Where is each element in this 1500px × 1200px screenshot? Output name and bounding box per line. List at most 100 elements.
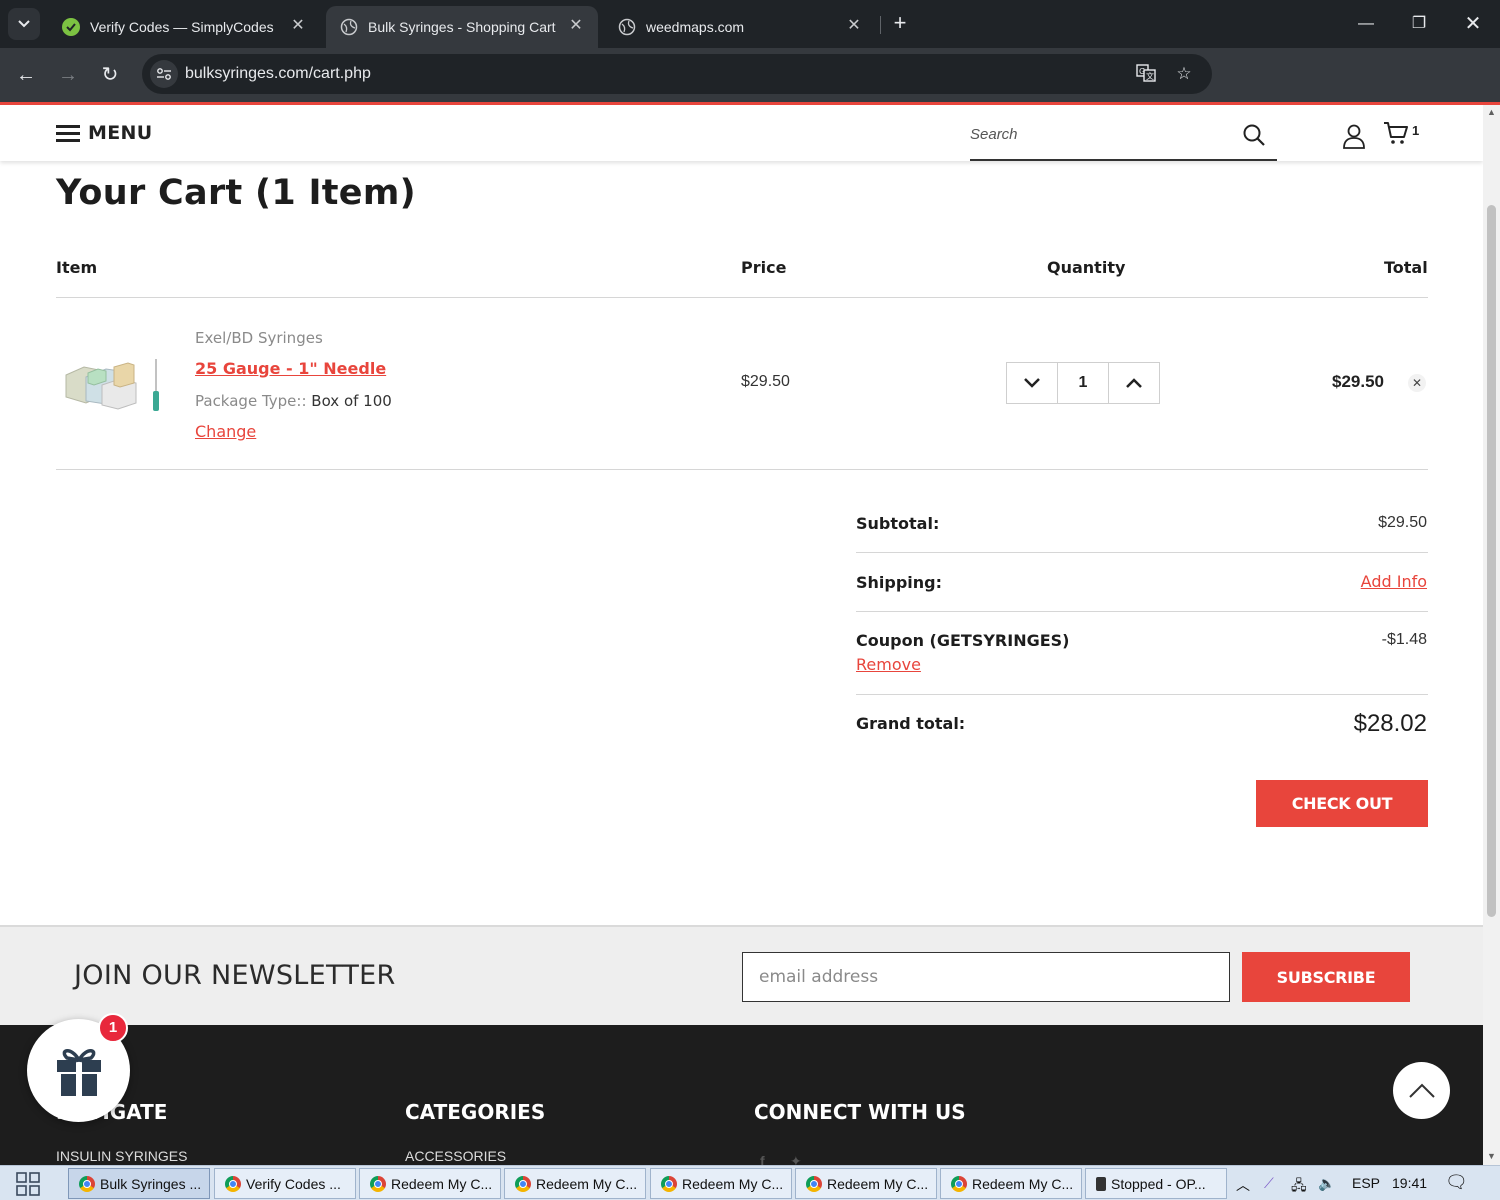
divider — [856, 552, 1428, 553]
page-title: Your Cart (1 Item) — [56, 173, 416, 213]
taskbar-item-label: Redeem My C... — [391, 1175, 493, 1192]
change-option-link[interactable]: Change — [195, 422, 256, 441]
increase-quantity-button[interactable] — [1109, 363, 1159, 403]
start-grid-icon[interactable] — [16, 1172, 40, 1196]
back-button[interactable]: ← — [12, 61, 40, 89]
gift-badge: 1 — [98, 1013, 128, 1043]
globe-icon — [618, 18, 636, 36]
scroll-down-arrow[interactable]: ▼ — [1486, 1151, 1497, 1161]
translate-icon[interactable]: G文 — [1134, 62, 1158, 86]
shipping-label: Shipping: — [856, 573, 943, 592]
twitter-icon[interactable]: ✦ — [790, 1153, 802, 1165]
stopped-app-icon — [1096, 1176, 1106, 1191]
taskbar-item-label: Redeem My C... — [972, 1175, 1074, 1192]
search-input[interactable] — [970, 123, 1230, 145]
taskbar-item-label: Stopped - OP... — [1111, 1175, 1206, 1192]
chrome-icon — [370, 1175, 386, 1192]
footer-link-insulin-syringes[interactable]: INSULIN SYRINGES — [56, 1148, 187, 1164]
clock[interactable]: 19:41 — [1392, 1175, 1427, 1191]
feather-tray-icon[interactable]: ⟋ — [1264, 1175, 1274, 1192]
product-image[interactable] — [62, 355, 168, 415]
quantity-stepper: 1 — [1006, 362, 1160, 404]
hamburger-icon — [56, 125, 80, 142]
page-scrollbar[interactable]: ▲ ▼ — [1483, 105, 1500, 1165]
newsletter-email-input[interactable] — [742, 952, 1230, 1002]
taskbar-item[interactable]: Bulk Syringes ... — [68, 1168, 210, 1199]
close-tab-icon[interactable]: ✕ — [844, 16, 864, 36]
close-tab-icon[interactable]: ✕ — [288, 16, 308, 36]
tab-bulk-syringes[interactable]: Bulk Syringes - Shopping Cart ✕ — [326, 6, 598, 48]
taskbar-item[interactable]: Redeem My C... — [795, 1168, 937, 1199]
taskbar-item[interactable]: Verify Codes ... — [214, 1168, 356, 1199]
taskbar-item-label: Redeem My C... — [682, 1175, 784, 1192]
language-indicator[interactable]: ESP — [1352, 1175, 1380, 1191]
browser-tab-strip: Verify Codes — SimplyCodes ✕ Bulk Syring… — [0, 0, 1500, 48]
svg-text:文: 文 — [1146, 71, 1154, 81]
chevron-up-icon — [1408, 1083, 1435, 1098]
chevron-up-icon — [1126, 378, 1142, 388]
network-icon[interactable]: 🖧 — [1291, 1175, 1307, 1199]
add-shipping-info-link[interactable]: Add Info — [1361, 572, 1427, 591]
site-info-icon[interactable] — [150, 60, 178, 88]
subscribe-button[interactable]: SUBSCRIBE — [1242, 952, 1410, 1002]
forward-button[interactable]: → — [54, 61, 82, 89]
taskbar-item[interactable]: Redeem My C... — [359, 1168, 501, 1199]
column-header-quantity: Quantity — [1047, 258, 1126, 277]
column-header-item: Item — [56, 258, 98, 277]
new-tab-button[interactable]: + — [888, 12, 912, 36]
divider — [856, 611, 1428, 612]
notifications-icon[interactable]: 🗨 — [1445, 1172, 1468, 1193]
windows-taskbar: Bulk Syringes ... Verify Codes ... Redee… — [0, 1165, 1500, 1200]
volume-icon[interactable]: 🔈 — [1318, 1175, 1335, 1192]
menu-button[interactable]: MENU — [56, 122, 152, 144]
chevron-down-icon — [1024, 378, 1040, 388]
browser-toolbar: ← → ↻ bulksyringes.com/cart.php G文 ☆ ● A… — [0, 48, 1500, 133]
close-tab-icon[interactable]: ✕ — [566, 16, 586, 36]
scroll-thumb[interactable] — [1487, 205, 1496, 917]
menu-label: MENU — [88, 122, 153, 144]
decrease-quantity-button[interactable] — [1007, 363, 1057, 403]
tab-search-button[interactable] — [8, 8, 40, 40]
grand-total-value: $28.02 — [1353, 710, 1427, 737]
facebook-icon[interactable]: f — [760, 1153, 765, 1165]
cart-button[interactable]: 1 — [1383, 121, 1419, 145]
search-icon[interactable] — [1242, 123, 1266, 147]
taskbar-item[interactable]: Redeem My C... — [650, 1168, 792, 1199]
remove-item-icon[interactable]: ✕ — [1408, 374, 1426, 392]
quantity-input[interactable]: 1 — [1057, 363, 1109, 403]
tab-weedmaps[interactable]: weedmaps.com ✕ — [604, 6, 876, 48]
product-brand: Exel/BD Syringes — [195, 329, 323, 347]
minimize-button[interactable]: — — [1352, 10, 1380, 38]
footer-heading-categories: CATEGORIES — [405, 1100, 546, 1124]
back-to-top-button[interactable] — [1393, 1062, 1450, 1119]
chrome-icon — [951, 1175, 967, 1192]
reload-button[interactable]: ↻ — [96, 61, 124, 89]
checkout-button[interactable]: CHECK OUT — [1256, 780, 1428, 827]
globe-icon — [340, 18, 358, 36]
newsletter-section: JOIN OUR NEWSLETTER SUBSCRIBE — [0, 925, 1483, 1025]
tab-title: Verify Codes — SimplyCodes — [90, 19, 274, 35]
chrome-icon — [661, 1175, 677, 1192]
product-name-link[interactable]: 25 Gauge - 1" Needle — [195, 359, 386, 378]
coupon-value: -$1.48 — [1381, 631, 1427, 648]
user-account-icon[interactable] — [1341, 123, 1367, 149]
option-value: Box of 100 — [311, 392, 392, 410]
taskbar-item[interactable]: Stopped - OP... — [1085, 1168, 1227, 1199]
address-bar[interactable]: bulksyringes.com/cart.php G文 ☆ — [142, 54, 1212, 94]
tab-verify-codes[interactable]: Verify Codes — SimplyCodes ✕ — [48, 6, 320, 48]
remove-coupon-link[interactable]: Remove — [856, 655, 921, 674]
footer-heading-connect: CONNECT WITH US — [754, 1100, 966, 1124]
search-box — [970, 117, 1277, 161]
close-window-button[interactable]: ✕ — [1459, 10, 1487, 38]
bookmark-star-icon[interactable]: ☆ — [1172, 62, 1196, 86]
tray-expand-icon[interactable]: ︿ — [1236, 1175, 1250, 1195]
site-header: MENU 1 — [0, 105, 1483, 161]
divider — [856, 694, 1428, 695]
scroll-up-arrow[interactable]: ▲ — [1486, 107, 1497, 117]
restore-button[interactable]: ❐ — [1405, 10, 1433, 38]
taskbar-item[interactable]: Redeem My C... — [504, 1168, 646, 1199]
footer-link-accessories[interactable]: ACCESSORIES — [405, 1148, 506, 1164]
site-footer: NAVIGATE CATEGORIES CONNECT WITH US INSU… — [0, 1025, 1483, 1165]
gift-icon — [56, 1048, 101, 1096]
taskbar-item[interactable]: Redeem My C... — [940, 1168, 1082, 1199]
